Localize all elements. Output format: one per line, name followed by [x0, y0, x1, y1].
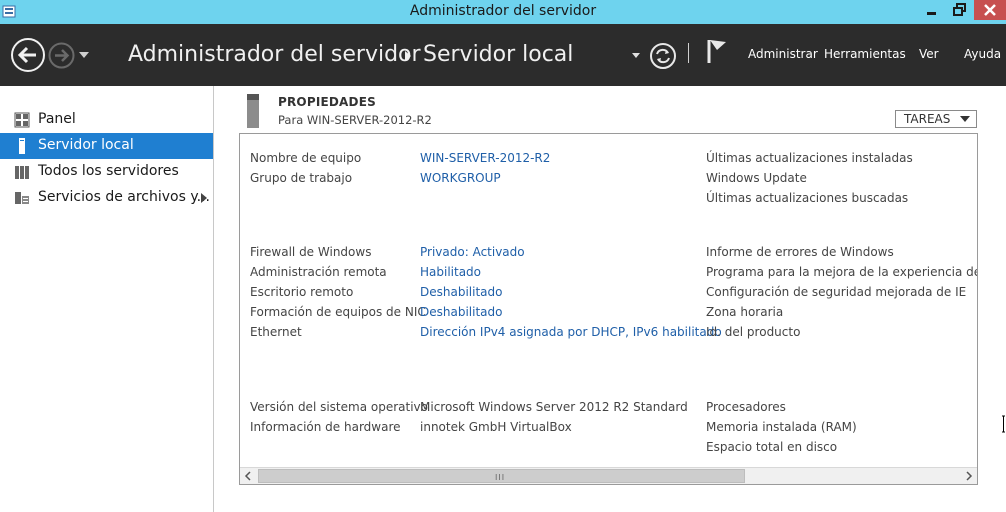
chevron-down-icon: [960, 116, 970, 122]
property-label: Formación de equipos de NIC: [250, 305, 426, 319]
header-bar: Administrador del servidor Servidor loca…: [0, 24, 1006, 86]
horizontal-scrollbar[interactable]: III: [240, 467, 977, 484]
scroll-left-icon[interactable]: [240, 468, 257, 484]
remote-management-link[interactable]: Habilitado: [420, 265, 481, 279]
file-services-icon: [15, 192, 29, 204]
main-content: PROPIEDADES Para WIN-SERVER-2012-R2 TARE…: [215, 86, 1006, 512]
properties-panel: Nombre de equipo WIN-SERVER-2012-R2 Grup…: [239, 133, 978, 485]
section-subtitle: Para WIN-SERVER-2012-R2: [278, 113, 432, 127]
menu-administrar[interactable]: Administrar: [748, 47, 818, 61]
notifications-flag-icon[interactable]: [706, 38, 728, 64]
right-property-label: Windows Update: [706, 171, 807, 185]
properties-content: Nombre de equipo WIN-SERVER-2012-R2 Grup…: [240, 134, 977, 467]
property-label: Ethernet: [250, 325, 302, 339]
property-label: Firewall de Windows: [250, 245, 372, 259]
section-title: PROPIEDADES: [278, 95, 376, 109]
remote-desktop-link[interactable]: Deshabilitado: [420, 285, 502, 299]
scroll-right-icon[interactable]: [960, 468, 977, 484]
right-property-label: Informe de errores de Windows: [706, 245, 894, 259]
all-servers-icon: [15, 166, 29, 179]
scrollbar-thumb[interactable]: III: [258, 469, 745, 483]
right-property-label: Configuración de seguridad mejorada de I…: [706, 285, 967, 299]
minimize-icon: [927, 12, 936, 15]
property-label: Grupo de trabajo: [250, 171, 353, 185]
menu-ayuda[interactable]: Ayuda: [964, 47, 1001, 61]
section-marker: [247, 94, 259, 128]
minimize-button[interactable]: [918, 0, 945, 20]
breadcrumb-separator-icon: [405, 51, 411, 61]
sidebar-item-label: Panel: [38, 111, 76, 127]
computer-name-link[interactable]: WIN-SERVER-2012-R2: [420, 151, 550, 165]
menu-ver[interactable]: Ver: [919, 47, 939, 61]
right-property-label: Programa para la mejora de la experienci…: [706, 265, 977, 279]
sidebar-item-label: Servicios de archivos y...: [38, 189, 210, 205]
back-arrow-icon[interactable]: [10, 37, 46, 73]
right-property-label: Últimas actualizaciones buscadas: [706, 191, 909, 205]
close-button[interactable]: [974, 0, 1006, 20]
sidebar: Panel Servidor local Todos los servidore…: [0, 86, 214, 512]
hardware-info-value: innotek GmbH VirtualBox: [420, 420, 572, 434]
right-property-label: Espacio total en disco: [706, 440, 838, 454]
history-dropdown-icon[interactable]: [78, 51, 90, 59]
right-property-label: Procesadores: [706, 400, 786, 414]
property-label: Escritorio remoto: [250, 285, 354, 299]
text-cursor-icon: [1002, 415, 1005, 433]
breadcrumb-current: Servidor local: [423, 42, 574, 67]
right-property-label: Memoria instalada (RAM): [706, 420, 857, 434]
restore-icon: [953, 3, 966, 16]
tasks-dropdown-button[interactable]: TAREAS: [895, 110, 977, 128]
right-property-label: Zona horaria: [706, 305, 784, 319]
sidebar-item-label: Servidor local: [38, 137, 134, 153]
sidebar-item-panel[interactable]: Panel: [0, 107, 213, 133]
scrollbar-grip: III: [495, 473, 506, 482]
nic-teaming-link[interactable]: Deshabilitado: [420, 305, 502, 319]
forward-arrow-icon[interactable]: [48, 42, 75, 69]
property-label: Versión del sistema operativo: [250, 400, 428, 414]
restore-button[interactable]: [946, 0, 973, 20]
dashboard-icon: [14, 112, 30, 128]
breadcrumb-root[interactable]: Administrador del servidor: [128, 42, 421, 67]
sidebar-item-label: Todos los servidores: [38, 163, 179, 179]
property-label: Administración remota: [250, 265, 387, 279]
chevron-right-icon[interactable]: [201, 193, 207, 203]
sidebar-item-todos-los-servidores[interactable]: Todos los servidores: [0, 159, 213, 185]
breadcrumb-dropdown-icon[interactable]: [632, 53, 640, 59]
header-divider: [688, 43, 689, 63]
firewall-link[interactable]: Privado: Activado: [420, 245, 525, 259]
menu-herramientas[interactable]: Herramientas: [824, 47, 906, 61]
local-server-icon: [19, 138, 25, 154]
right-property-label: Id. del producto: [706, 325, 801, 339]
workgroup-link[interactable]: WORKGROUP: [420, 171, 501, 185]
tasks-label: TAREAS: [904, 112, 951, 126]
sidebar-item-servicios-de-archivos[interactable]: Servicios de archivos y...: [0, 185, 213, 211]
property-label: Información de hardware: [250, 420, 401, 434]
ethernet-link[interactable]: Dirección IPv4 asignada por DHCP, IPv6 h…: [420, 325, 722, 339]
close-icon: [984, 4, 996, 16]
right-property-label: Últimas actualizaciones instaladas: [706, 151, 913, 165]
os-version-value: Microsoft Windows Server 2012 R2 Standar…: [420, 400, 688, 414]
property-label: Nombre de equipo: [250, 151, 362, 165]
title-bar: Administrador del servidor: [0, 0, 1006, 24]
window-title: Administrador del servidor: [409, 3, 597, 19]
refresh-icon[interactable]: [649, 42, 677, 70]
sidebar-item-servidor-local[interactable]: Servidor local: [0, 133, 213, 159]
